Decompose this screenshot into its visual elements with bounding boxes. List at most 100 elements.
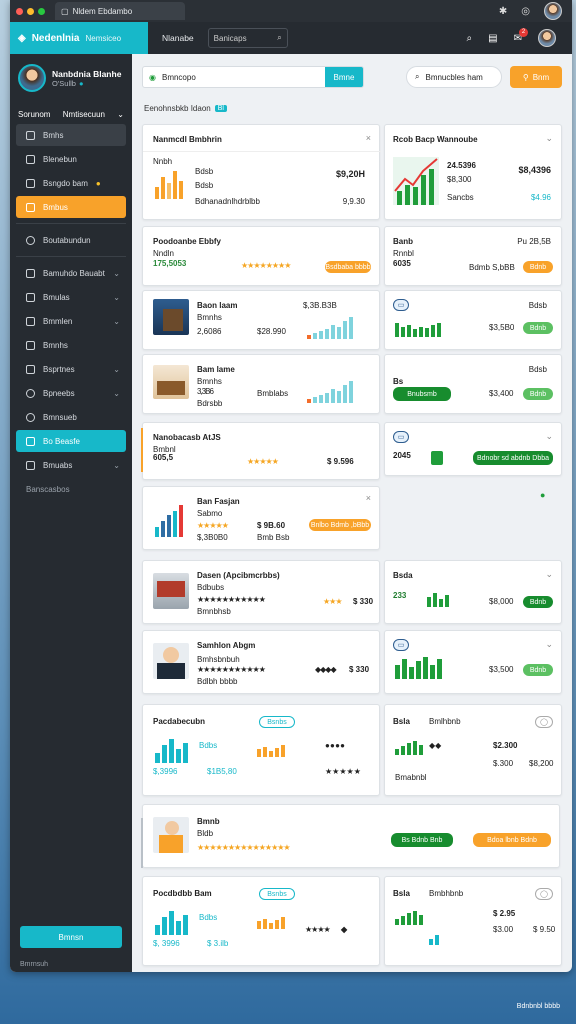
sidebar-item-5[interactable]: Bamuhdo Bauabt ⌄ [16, 262, 126, 284]
close-window-button[interactable] [16, 7, 23, 15]
card-summary-2[interactable]: Rcob Bacp Wannoube ⌄ 24.5396 $8,300 Sanc… [384, 124, 562, 220]
tag-pill[interactable]: Bsnbs [259, 888, 295, 900]
toggle-icon[interactable]: ◯ [535, 888, 553, 900]
card-product-3[interactable]: Bam lame Bmnhs 3,3B6 Bdrsbb Bmblabs [142, 354, 380, 414]
status-pill[interactable]: Bdnb [523, 664, 553, 676]
sidebar-item-label: Blenebun [43, 154, 77, 164]
rating-stars: ★★★★ [305, 925, 331, 934]
card-stats-2[interactable]: Banb Pu 2B,5B Rnnbl 6035 Bdmb S,bBB Bdnb [384, 226, 562, 286]
card-product-5[interactable]: × Ban Fasjan Sabmo ★★★★★ $,3B0B0 $ 9B.60… [142, 486, 380, 550]
card-product-1[interactable]: Baon laam Bmnhs 2,6086 $,3B.B3B $28.990 [142, 290, 380, 350]
chevron-down-icon[interactable]: ⌄ [545, 133, 553, 144]
rating-stars: ★★★★★★★★★★★ [197, 665, 266, 674]
label: Bdsb [195, 167, 214, 176]
minimize-window-button[interactable] [27, 7, 34, 15]
filter-input[interactable]: ⌕ Bmnucbles ham [406, 66, 502, 88]
product-image [153, 643, 189, 679]
label: Bmhsbnbuh [197, 655, 240, 664]
sidebar-item-1[interactable]: Blenebun [16, 148, 126, 170]
header-tab[interactable]: Nlanabe [162, 33, 194, 43]
status-pill[interactable]: Bdoa lbnb Bdnb [473, 833, 551, 847]
sidebar-item-label: Bmbus [43, 202, 68, 212]
browser-tab[interactable]: ▢ Nldem Ebdambo [55, 2, 185, 20]
profile[interactable]: Nanbdnia Blanhe O'Sullb ● [10, 54, 132, 102]
card-product-8[interactable]: Bmnb Bldb ★★★★★★★★★★★★★★★ Bs Bdnb Bnb Bd… [142, 804, 560, 868]
card-title: Bsda [393, 571, 413, 580]
chevron-down-icon[interactable]: ⌄ [545, 639, 553, 650]
status-pill[interactable]: Bnlbo Bdmb ,bBbb [309, 519, 371, 531]
card-analytics-2[interactable]: Bsla Bmlhbnb ◯ ◆◆ $2.300 $.300 $8,200 Bm… [384, 704, 562, 796]
sidebar-item-6[interactable]: Bmulas ⌄ [16, 286, 126, 308]
toggle-icon[interactable]: ◯ [535, 716, 553, 728]
sidebar-item-12[interactable]: Bo Beasfe [16, 430, 126, 452]
sidebar-section-header[interactable]: Sorunom Nmtisecuun ⌄ [10, 106, 132, 123]
sidebar-item-13[interactable]: Bmuabs ⌄ [16, 454, 126, 476]
pin-icon[interactable]: ✱ [499, 6, 507, 17]
search-input[interactable]: ◉ Bmncopo Bmne [142, 66, 364, 88]
user-avatar[interactable] [538, 29, 556, 47]
status-pill[interactable]: Bdnobr sd abdnb Dbba [473, 451, 553, 465]
sidebar-action-button[interactable]: Bmnsn [20, 926, 122, 948]
value: $ 9.596 [327, 457, 354, 466]
sidebar-item-9[interactable]: Bsprtnes ⌄ [16, 358, 126, 380]
search-button[interactable]: Bmne [325, 67, 363, 87]
label: $ 3.ilb [207, 939, 229, 948]
card-stats-6[interactable]: ▭ ⌄ $3,500 Bdnb [384, 630, 562, 694]
sidebar-item-11[interactable]: Bmnsueb [16, 406, 126, 428]
card-stats-4[interactable]: ▭ ⌄ 2045 Bdnobr sd abdnb Dbba [384, 422, 562, 476]
sidebar-item-2[interactable]: Bsngdo bam ● [16, 172, 126, 194]
document-icon[interactable]: ▤ [488, 33, 497, 44]
card-product-6[interactable]: Dasen (Apcibmcrbbs) Bdbubs ★★★★★★★★★★★ B… [142, 560, 380, 624]
status-pill[interactable]: Bdnb [523, 596, 553, 608]
tag-pill[interactable]: Bsnbs [259, 716, 295, 728]
sidebar-item-14[interactable]: Banscasbos [16, 478, 126, 500]
add-button[interactable]: ⚲ Bnm [510, 66, 562, 88]
sidebar-item-8[interactable]: Bmnhs [16, 334, 126, 356]
status-pill[interactable]: Bnubsmb [393, 387, 451, 401]
status-pill[interactable]: Bdnb [523, 261, 553, 273]
sidebar-item-label: Bmmlen [43, 316, 73, 326]
status-pill[interactable]: Bdnb [523, 388, 553, 400]
chevron-down-icon[interactable]: ⌄ [545, 431, 553, 442]
scroll-indicator[interactable] [141, 818, 143, 868]
account-icon[interactable]: ◎ [521, 6, 530, 17]
notification-icon[interactable]: ✉ [514, 27, 529, 44]
search-text: Bmncopo [161, 72, 196, 82]
card-stats-5[interactable]: Bsda ⌄ 233 $8,000 Bdnb [384, 560, 562, 624]
card-product-2[interactable]: ▭ Bdsb $3,5B0 Bdnb [384, 290, 562, 350]
card-analytics-1[interactable]: Pacdabecubn Bsnbs Bdbs $,3996 $1B5,80 ● … [142, 704, 380, 796]
card-summary-1[interactable]: Nanmcdl Bmbhrin × Nnbh Bdsb Bdsb Bdhanad… [142, 124, 381, 220]
sidebar-divider [16, 223, 126, 224]
brand[interactable]: ◈ Nedenlnia Nemsiceo [10, 22, 148, 54]
card-analytics-3[interactable]: Pocdbdbb Bam Bsnbs Bdbs $, 3996 $ 3.ilb … [142, 876, 380, 966]
card-stats-1[interactable]: Poodoanbe Ebbfy Nndln 175,5053 ★★★★★★★★ … [142, 226, 380, 286]
card-analytics-4[interactable]: Bsla Bmbhbnb ◯ $ 2.95 $3.00 $ 9.50 [384, 876, 562, 966]
card-product-7[interactable]: Samhlon Abgm Bmhsbnbuh ★★★★★★★★★★★ Bdlbh… [142, 630, 380, 694]
header-search[interactable]: Banicaps ⌕ [207, 28, 288, 48]
close-icon[interactable]: × [366, 133, 371, 143]
scroll-indicator[interactable] [141, 428, 143, 472]
status-pill[interactable]: Bs Bdnb Bnb [391, 833, 453, 847]
maximize-window-button[interactable] [38, 7, 45, 15]
sidebar-item-3[interactable]: Bmbus [16, 196, 126, 218]
sidebar-item-0[interactable]: Bmhs [16, 124, 126, 146]
sidebar-item-7[interactable]: Bmmlen ⌄ [16, 310, 126, 332]
chevron-down-icon: ⌄ [113, 388, 120, 398]
rating-stars: ★★★★★ [325, 767, 361, 776]
card-product-4[interactable]: Bs Bdsb Bnubsmb $3,400 Bdnb [384, 354, 562, 414]
product-image [153, 299, 189, 335]
search-icon[interactable]: ⌕ [467, 33, 473, 44]
status-pill[interactable]: Bsdbaba bbbb [325, 261, 371, 273]
chevron-down-icon: ⌄ [113, 292, 120, 302]
chevron-down-icon: ⌄ [117, 110, 124, 119]
browser-avatar[interactable] [544, 2, 562, 20]
close-icon[interactable]: × [366, 493, 371, 503]
label: Sabmo [197, 509, 223, 518]
sidebar-item-10[interactable]: Bpneebs ⌄ [16, 382, 126, 404]
chevron-down-icon[interactable]: ⌄ [545, 569, 553, 580]
sidebar-item-4[interactable]: Boutabundun [16, 229, 126, 251]
card-title: Samhlon Abgm [197, 641, 256, 650]
card-stats-3[interactable]: Nanobacasb AtJS Bmbnl 605,5 ★★★★★ $ 9.59… [142, 422, 380, 480]
label: Pu 2B,5B [517, 237, 551, 246]
status-pill[interactable]: Bdnb [523, 322, 553, 334]
